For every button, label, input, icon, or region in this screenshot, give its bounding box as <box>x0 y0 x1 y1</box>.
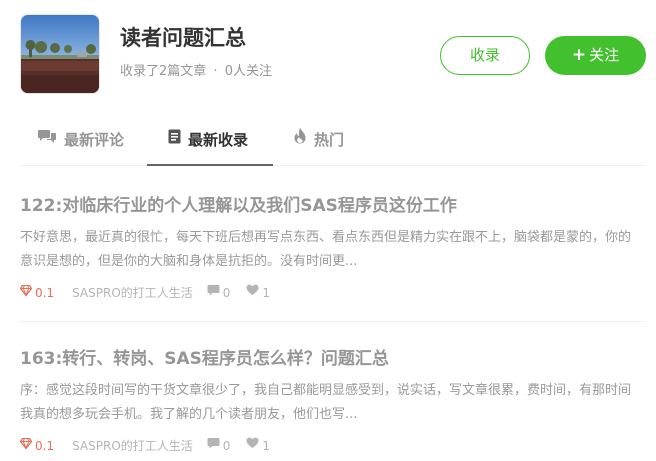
comment-icon[interactable] <box>207 282 220 302</box>
collect-button[interactable]: 收录 <box>440 36 530 75</box>
like-count: 1 <box>262 285 271 300</box>
collection-cover-image[interactable] <box>20 14 100 94</box>
article-count: 收录了2篇文章 <box>120 64 207 79</box>
tab-label: 最新收录 <box>188 131 249 149</box>
tab-latest-comments[interactable]: 最新评论 <box>38 118 148 166</box>
collection-header: 读者问题汇总 收录了2篇文章 · 0人关注 收录 + 关注 <box>20 14 646 94</box>
followers-count: 0人关注 <box>224 64 272 79</box>
list-item: 122:对临床行业的个人理解以及我们SAS程序员这份工作 不好意思，最近真的很忙… <box>19 190 645 322</box>
fire-icon <box>293 117 307 161</box>
document-icon <box>168 117 181 161</box>
note-abstract: 序：感觉这段时间写的干货文章很少了，我自己都能明显感受到，说实话，写文章很累，费… <box>20 383 632 422</box>
diamond-icon <box>19 435 33 455</box>
plus-icon: + <box>571 45 587 65</box>
tab-bar: 最新评论 最新收录 热门 <box>20 118 645 166</box>
note-title-link[interactable]: 122:对临床行业的个人理解以及我们SAS程序员这份工作 <box>20 193 457 219</box>
tab-hot[interactable]: 热门 <box>293 118 373 166</box>
tab-label: 热门 <box>314 131 345 149</box>
list-item: 163:转行、转岗、SAS程序员怎么样？问题汇总 序：感觉这段时间写的干货文章很… <box>19 343 645 461</box>
comment-count: 0 <box>222 285 231 300</box>
author-link[interactable]: SASPRO的打工人生活 <box>72 436 193 456</box>
follow-button[interactable]: + 关注 <box>545 36 646 75</box>
collection-title: 读者问题汇总 <box>120 26 246 50</box>
meta-separator: · <box>213 64 218 79</box>
note-abstract: 不好意思，最近真的很忙，每天下班后想再写点东西、看点东西但是精力实在跟不上，脑袋… <box>20 230 632 269</box>
tab-label: 最新评论 <box>64 131 125 149</box>
diamond-value: 0.1 <box>35 438 55 453</box>
comment-count: 0 <box>222 438 231 453</box>
heart-icon[interactable] <box>246 282 259 302</box>
heart-icon[interactable] <box>246 435 259 455</box>
like-count: 1 <box>262 438 271 453</box>
tab-latest-collected[interactable]: 最新收录 <box>147 118 273 166</box>
author-link[interactable]: SASPRO的打工人生活 <box>72 283 193 303</box>
note-title-link[interactable]: 163:转行、转岗、SAS程序员怎么样？问题汇总 <box>20 346 389 372</box>
note-meta: 0.1 SASPRO的打工人生活 0 1 <box>19 282 271 303</box>
diamond-icon <box>19 282 33 302</box>
follow-label: 关注 <box>589 46 620 64</box>
note-meta: 0.1 SASPRO的打工人生活 0 1 <box>19 435 271 456</box>
comments-icon <box>38 117 57 161</box>
collection-meta: 收录了2篇文章 · 0人关注 <box>120 63 272 81</box>
diamond-value: 0.1 <box>35 285 55 300</box>
comment-icon[interactable] <box>207 435 220 455</box>
